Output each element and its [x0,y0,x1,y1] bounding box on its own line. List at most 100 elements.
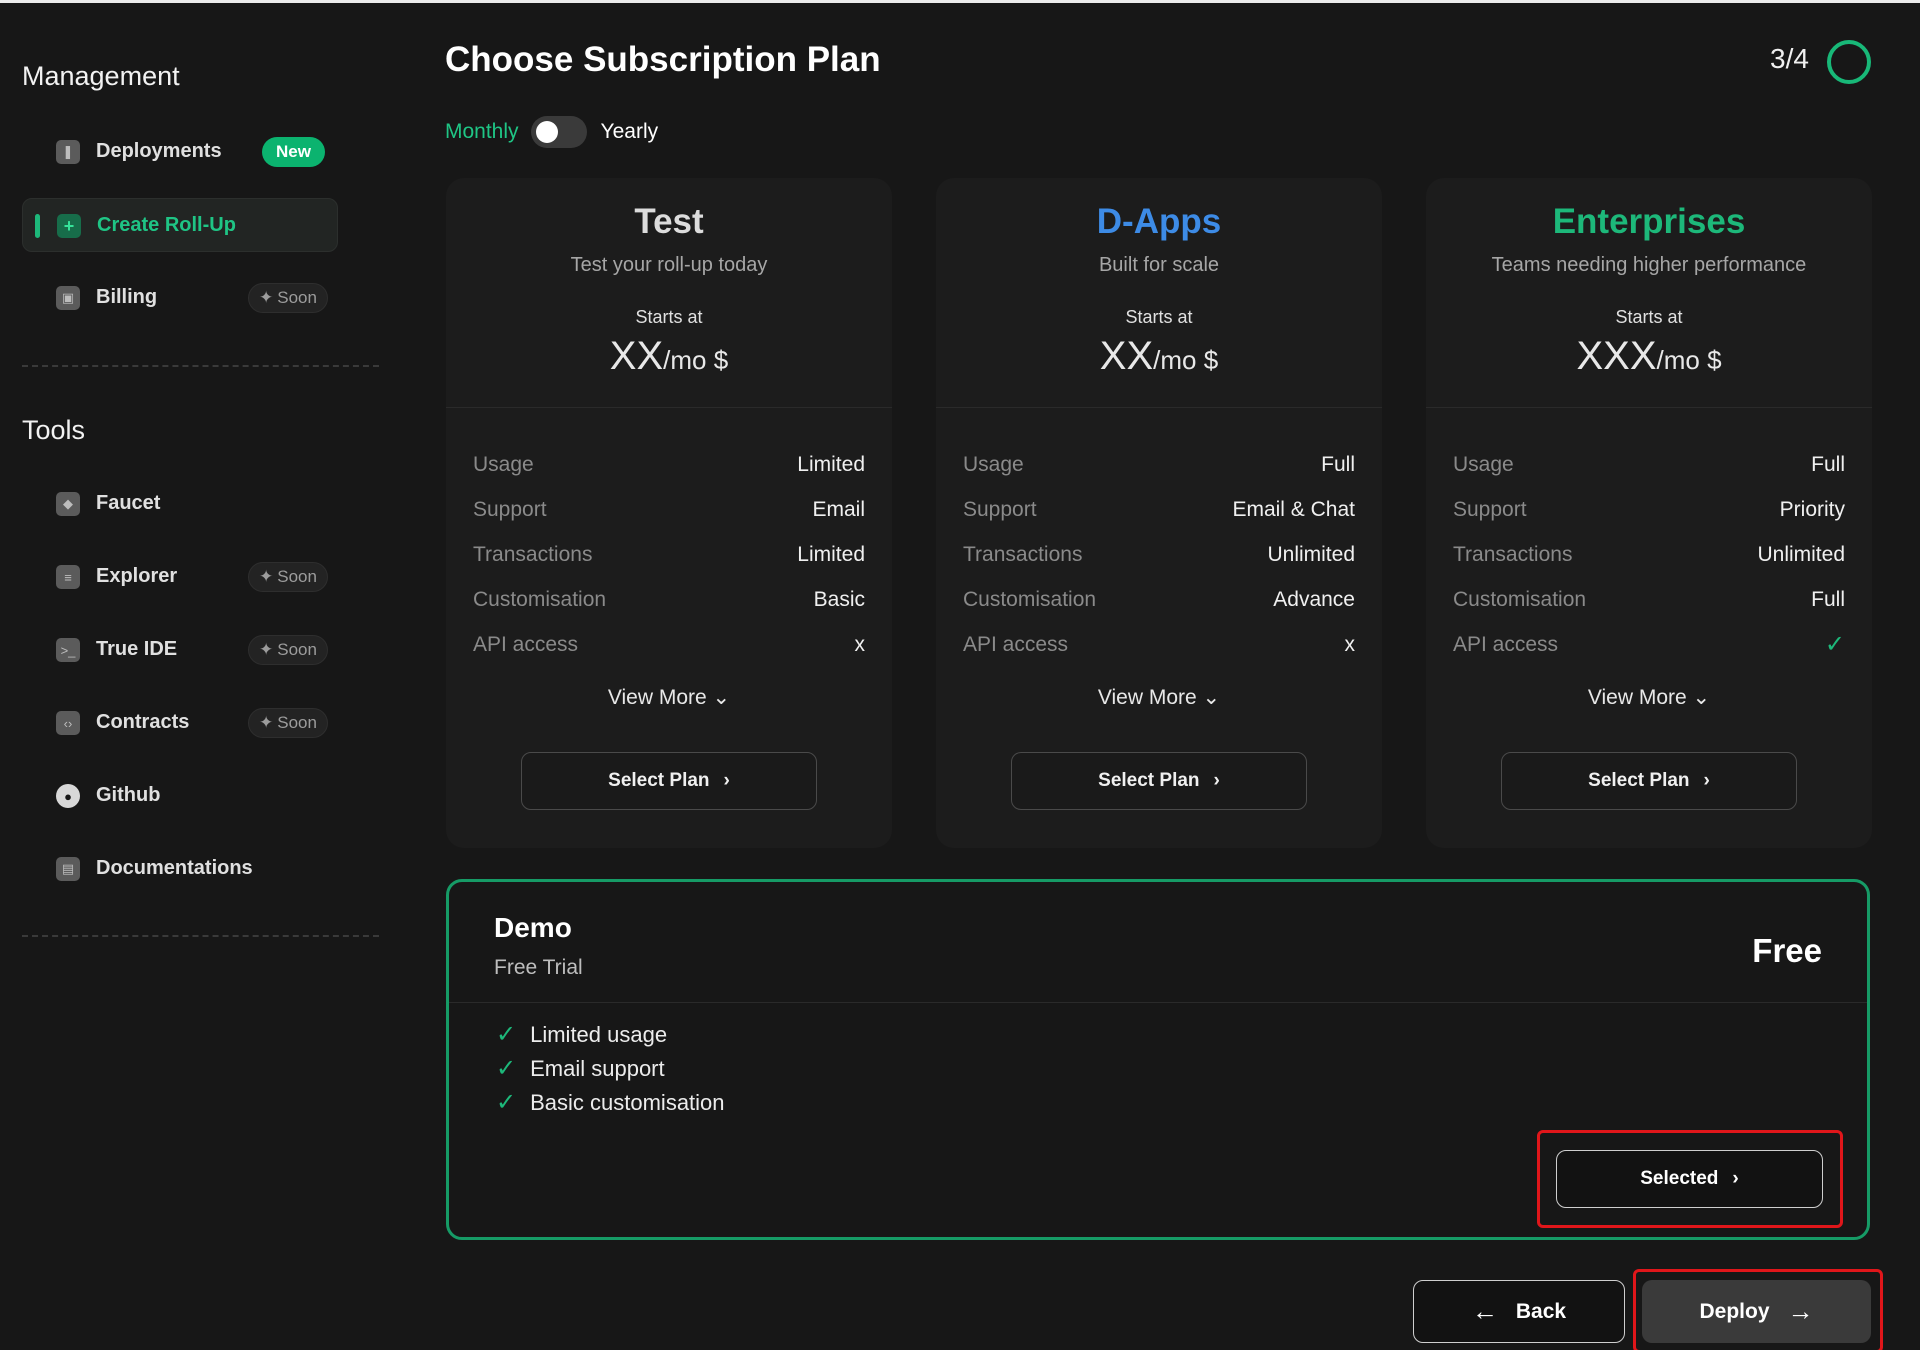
billing-toggle: Monthly Yearly [445,115,658,149]
feature-row: API access x [963,622,1355,667]
feature-value: Priority [1779,497,1845,521]
cube-icon: ◆ [56,492,80,516]
sidebar-item-create-roll-up[interactable]: + Create Roll-Up [22,198,338,252]
feature-key: Transactions [963,542,1083,566]
feature-value: Unlimited [1757,542,1845,566]
feature-row: Usage Full [1453,442,1845,487]
feature-row: Usage Full [963,442,1355,487]
sidebar-item-contracts[interactable]: ‹› Contracts ✦ Soon [22,696,338,750]
code-icon: ‹› [56,711,80,735]
plan-starts-label: Starts at [1615,307,1683,327]
arrow-left-icon: ← [1471,1296,1498,1326]
billing-period-switch[interactable] [530,116,587,148]
feature-value: Limited [797,452,865,476]
plan-card-d-apps: D-Apps Built for scale Starts at XX/mo $… [936,178,1382,848]
soon-badge-label: Soon [277,288,317,307]
feature-row: Support Email [473,487,865,532]
soon-badge: ✦ Soon [248,283,328,313]
sidebar-item-true-ide[interactable]: >_ True IDE ✦ Soon [22,623,338,677]
sidebar-item-label: Billing [96,286,158,308]
feature-key: Transactions [1453,542,1573,566]
github-icon: ● [56,784,80,808]
sidebar-divider [22,365,379,367]
demo-feature-label: Basic customisation [530,1089,725,1115]
feature-value: Email [812,497,865,521]
view-more-link[interactable]: View More ⌄ [446,685,892,710]
chevron-right-icon: › [1213,770,1220,791]
sidebar-item-deployments[interactable]: ❚ Deployments New [22,125,338,179]
select-plan-button[interactable]: Select Plan › [521,752,817,810]
demo-feature: ✓ Basic customisation [496,1088,725,1117]
feature-list: Usage Full Support Email & Chat Transactio… [936,408,1382,667]
plan-subtitle: Test your roll-up today [570,254,768,276]
sidebar-item-label: Contracts [96,711,190,733]
view-more-link[interactable]: View More ⌄ [1426,685,1872,710]
deploy-button[interactable]: Deploy → [1642,1280,1871,1343]
plan-price-unit: /mo $ [663,345,729,375]
step-indicator: 3/4 [1770,43,1809,74]
feature-key: Usage [473,452,534,476]
feature-value: Full [1811,452,1845,476]
plan-price-unit: /mo $ [1656,345,1722,375]
plan-card-enterprises: Enterprises Teams needing higher perform… [1426,178,1872,848]
tools-title: Tools [22,415,86,445]
plan-subtitle: Teams needing higher performance [1491,254,1807,276]
monthly-label[interactable]: Monthly [445,120,519,144]
page-title: Choose Subscription Plan [445,40,881,79]
feature-row: Transactions Unlimited [963,532,1355,577]
feature-row: Transactions Unlimited [1453,532,1845,577]
chevron-down-icon: ⌄ [1202,686,1221,709]
sidebar-item-faucet[interactable]: ◆ Faucet [22,477,338,531]
plan-price-value: XX [1099,334,1154,378]
selected-button[interactable]: Selected › [1556,1150,1823,1208]
soon-badge: ✦ Soon [248,708,328,738]
sidebar-item-github[interactable]: ● Github [22,769,338,823]
back-label: Back [1515,1299,1567,1323]
sparkle-icon: ✦ [259,288,274,307]
view-more-label: View More [1097,686,1197,709]
plan-price-value: XXX [1576,334,1657,378]
feature-row: Usage Limited [473,442,865,487]
app-root: Management ❚ Deployments New + Create Ro… [0,0,1920,1350]
sidebar-item-documentations[interactable]: ▤ Documentations [22,842,338,896]
feature-key: API access [1453,632,1559,656]
plan-name: Enterprises [1552,202,1746,241]
feature-row: Transactions Limited [473,532,865,577]
check-icon: ✓ [496,1021,517,1048]
view-more-link[interactable]: View More ⌄ [936,685,1382,710]
feature-key: Support [963,497,1037,521]
feature-value: Basic [813,587,865,611]
select-plan-button[interactable]: Select Plan › [1501,752,1797,810]
plan-name: D-Apps [1096,202,1222,241]
feature-value: Unlimited [1267,542,1355,566]
feature-row: Support Priority [1453,487,1845,532]
check-icon: ✓ [496,1089,517,1116]
feature-row: Customisation Full [1453,577,1845,622]
feature-list: Usage Full Support Priority Transactions Un… [1426,408,1872,667]
yearly-label[interactable]: Yearly [601,120,659,144]
feature-row: API access ✓ [1453,622,1845,667]
demo-feature: ✓ Limited usage [496,1020,667,1049]
plan-header: D-Apps Built for scale Starts at XX/mo $ [936,178,1382,408]
feature-list: Usage Limited Support Email Transactions Li… [446,408,892,667]
demo-title: Demo [494,912,572,943]
demo-feature: ✓ Email support [496,1054,665,1083]
list-icon: ≡ [56,565,80,589]
feature-key: Transactions [473,542,593,566]
sidebar-item-billing[interactable]: ▣ Billing ✦ Soon [22,271,338,325]
switch-knob [535,121,558,143]
plan-price: XX/mo $ [936,334,1382,379]
plan-price-unit: /mo $ [1153,345,1219,375]
plan-price-value: XX [609,334,664,378]
sidebar-item-explorer[interactable]: ≡ Explorer ✦ Soon [22,550,338,604]
plan-starts-label: Starts at [635,307,703,327]
select-plan-button[interactable]: Select Plan › [1011,752,1307,810]
feature-row: Customisation Advance [963,577,1355,622]
wallet-icon: ▣ [56,286,80,310]
plan-price: XXX/mo $ [1426,334,1872,379]
demo-price: Free [1752,932,1822,969]
chevron-down-icon: ⌄ [712,686,731,709]
select-plan-label: Select Plan [608,770,710,791]
back-button[interactable]: ← Back [1413,1280,1625,1343]
feature-key: API access [963,632,1069,656]
